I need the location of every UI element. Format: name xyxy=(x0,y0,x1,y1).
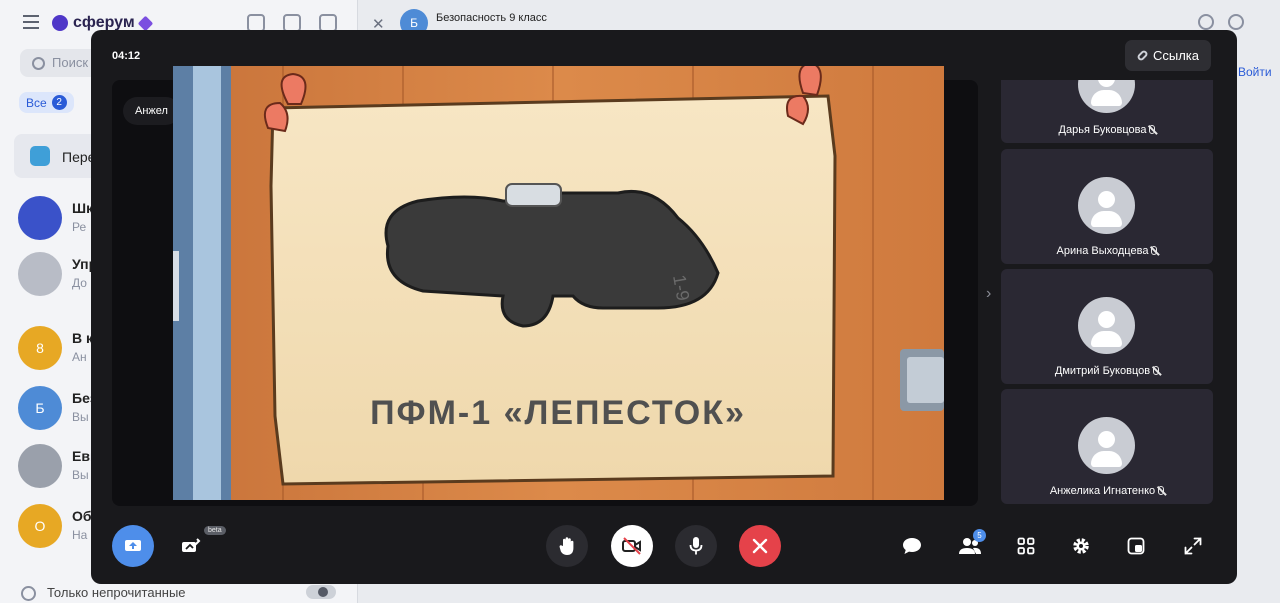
picture-in-picture-button[interactable] xyxy=(1121,531,1151,561)
participant-tile[interactable]: Арина Выходцева xyxy=(1001,149,1213,264)
participants-count-badge: 5 xyxy=(973,529,986,542)
participant-name-row: Дарья Буковцова xyxy=(1001,124,1213,136)
chat-name: Об xyxy=(72,508,92,524)
share-screen-button[interactable] xyxy=(112,525,154,567)
menu-icon[interactable] xyxy=(23,15,39,29)
copy-link-label: Ссылка xyxy=(1152,48,1200,63)
close-icon xyxy=(752,538,768,554)
chat-preview: Вы xyxy=(72,468,89,482)
participant-tile[interactable]: Анжелика Игнатенко xyxy=(1001,389,1213,504)
chat-avatar: О xyxy=(18,504,62,548)
chat-header-title: Безопасность 9 класс xyxy=(436,12,547,24)
expand-icon xyxy=(1184,537,1202,555)
chat-avatar xyxy=(18,252,62,296)
microphone-toggle-button[interactable] xyxy=(675,525,717,567)
chat-preview: До xyxy=(72,276,87,290)
user-avatar-icon xyxy=(1078,177,1135,234)
unread-only-label: Только непрочитанные xyxy=(47,585,186,600)
effects-button[interactable] xyxy=(177,531,207,561)
phone-icon[interactable] xyxy=(1198,14,1214,30)
mic-off-icon xyxy=(1158,486,1165,495)
chat-name: Шк xyxy=(72,200,94,216)
user-avatar-icon xyxy=(1078,80,1135,113)
raise-hand-icon xyxy=(559,537,574,555)
end-call-button[interactable] xyxy=(739,525,781,567)
search-icon xyxy=(32,57,45,70)
user-avatar-icon xyxy=(1078,297,1135,354)
participant-name-row: Дмитрий Буковцов xyxy=(1001,365,1213,377)
participants-panel: Дарья Буковцова Арина Выходцева Дмитрий … xyxy=(1001,80,1213,556)
mic-off-icon xyxy=(1151,246,1158,255)
link-icon xyxy=(1136,49,1149,62)
expand-participants-chevron-icon[interactable]: › xyxy=(986,285,991,303)
raise-hand-button[interactable] xyxy=(546,525,588,567)
speaker-name-tag: Анжел xyxy=(123,97,180,125)
layout-grid-button[interactable] xyxy=(1011,531,1041,561)
gear-icon xyxy=(1073,538,1089,554)
mic-off-icon xyxy=(1149,125,1156,134)
participant-tile[interactable]: Дмитрий Буковцов xyxy=(1001,269,1213,384)
filter-all-count: 2 xyxy=(51,95,67,110)
participant-name: Арина Выходцева xyxy=(1056,245,1149,257)
mic-off-icon xyxy=(1153,366,1160,375)
pip-icon xyxy=(1127,537,1145,555)
participant-name: Анжелика Игнатенко xyxy=(1049,485,1156,497)
share-screen-icon xyxy=(125,540,141,551)
refresh-icon xyxy=(21,586,36,601)
join-call-link[interactable]: Войти xyxy=(1238,65,1272,79)
fullscreen-button[interactable] xyxy=(1178,531,1208,561)
chat-preview: На xyxy=(72,528,88,542)
chat-avatar: Б xyxy=(18,386,62,430)
camera-off-icon xyxy=(622,537,641,555)
shared-screen-slide: 1-9 ПФМ-1 «ЛЕПЕСТОК» xyxy=(173,66,944,500)
chat-preview: Ан xyxy=(72,350,87,364)
participant-name-row: Анжелика Игнатенко xyxy=(1001,485,1213,497)
settings-button[interactable] xyxy=(1066,531,1096,561)
chat-name: В к xyxy=(72,330,94,346)
chat-preview: Вы xyxy=(72,410,89,424)
search-placeholder: Поиск xyxy=(52,55,89,70)
chat-preview: Ре xyxy=(72,220,87,234)
user-avatar-icon xyxy=(1078,417,1135,474)
unread-only-toggle[interactable] xyxy=(306,585,336,599)
grid-icon xyxy=(1017,537,1035,555)
effects-icon xyxy=(182,538,201,552)
video-call-window: 04:12 Ссылка Анжел 1-9 ПФМ-1 «ЛЕПЕСТОК» … xyxy=(91,30,1237,584)
participant-name: Дмитрий Буковцов xyxy=(1054,365,1151,377)
chat-avatar xyxy=(18,444,62,488)
copy-link-button[interactable]: Ссылка xyxy=(1125,40,1211,71)
filter-all-label: Все xyxy=(26,95,47,110)
call-timer: 04:12 xyxy=(112,50,141,62)
participant-name: Дарья Буковцова xyxy=(1058,124,1147,136)
chat-avatar: 8 xyxy=(18,326,62,370)
beta-badge: beta xyxy=(204,526,226,535)
filter-all-button[interactable]: Все 2 xyxy=(19,92,74,113)
folder-icon xyxy=(30,146,50,166)
chat-bubble-icon xyxy=(903,538,921,554)
search-chat-icon[interactable] xyxy=(1228,14,1244,30)
camera-toggle-button[interactable] xyxy=(611,525,653,567)
premium-badge-icon xyxy=(137,15,153,31)
chat-button[interactable] xyxy=(897,531,927,561)
slide-caption: ПФМ-1 «ЛЕПЕСТОК» xyxy=(370,394,746,432)
chat-avatar xyxy=(18,196,62,240)
sferum-logo-icon xyxy=(52,15,68,31)
microphone-icon xyxy=(689,537,703,555)
participant-name-row: Арина Выходцева xyxy=(1001,245,1213,257)
participant-tile[interactable]: Дарья Буковцова xyxy=(1001,80,1213,143)
